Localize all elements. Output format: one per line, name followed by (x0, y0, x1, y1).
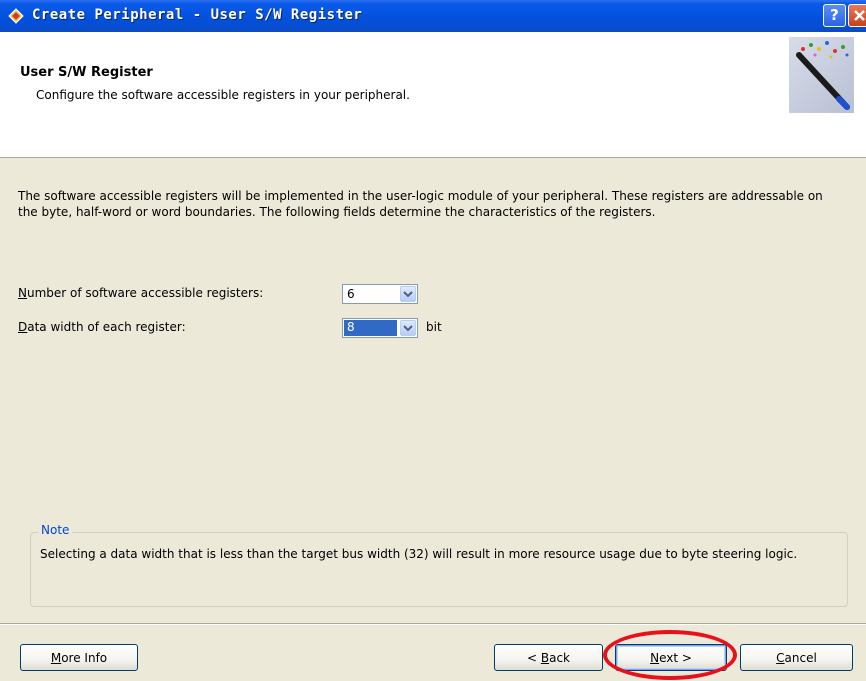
note-group (30, 532, 848, 607)
chevron-down-icon[interactable] (400, 286, 416, 302)
title-bar[interactable]: Create Peripheral - User S/W Register ? (0, 0, 866, 32)
num-registers-select[interactable]: 6 (342, 284, 418, 304)
next-label: ext > (659, 651, 692, 665)
cancel-label: ancel (784, 651, 817, 665)
chevron-down-icon[interactable] (400, 320, 416, 336)
more-info-label: ore Info (61, 651, 108, 665)
data-width-label: Data width of each register: (18, 320, 186, 334)
next-mnemonic: N (650, 651, 660, 665)
num-registers-mnemonic: N (18, 286, 27, 300)
button-separator (0, 623, 866, 625)
more-info-mnemonic: M (50, 651, 62, 665)
back-label: ack (549, 651, 570, 665)
note-text: Selecting a data width that is less than… (40, 547, 798, 561)
window-title: Create Peripheral - User S/W Register (32, 7, 363, 23)
data-width-select[interactable]: 8 (342, 318, 418, 338)
data-width-label-text: ata width of each register: (27, 320, 186, 334)
cancel-mnemonic: C (776, 651, 785, 665)
back-button[interactable]: < Back (494, 644, 603, 671)
data-width-value: 8 (344, 320, 397, 336)
page-title: User S/W Register (20, 65, 153, 80)
data-width-unit: bit (426, 320, 442, 334)
num-registers-value: 6 (347, 287, 355, 301)
num-registers-label-text: umber of software accessible registers: (26, 286, 264, 300)
data-width-mnemonic: D (18, 320, 28, 334)
description-text: The software accessible registers will b… (18, 189, 823, 219)
page-subtitle: Configure the software accessible regist… (36, 88, 410, 102)
back-mnemonic: B (540, 651, 550, 665)
help-icon: ? (830, 6, 839, 24)
app-diamond-icon (8, 8, 24, 24)
help-button[interactable]: ? (823, 4, 846, 27)
cancel-button[interactable]: Cancel (740, 644, 853, 671)
wizard-header: User S/W Register Configure the software… (0, 32, 866, 158)
more-info-button[interactable]: More Info (20, 644, 138, 671)
num-registers-label: Number of software accessible registers: (18, 286, 263, 300)
close-icon (854, 10, 865, 21)
back-prefix: < (526, 651, 541, 665)
close-button[interactable] (848, 4, 866, 27)
note-legend: Note (38, 523, 73, 537)
magic-wand-icon (789, 37, 854, 113)
next-button[interactable]: Next > (615, 644, 727, 671)
